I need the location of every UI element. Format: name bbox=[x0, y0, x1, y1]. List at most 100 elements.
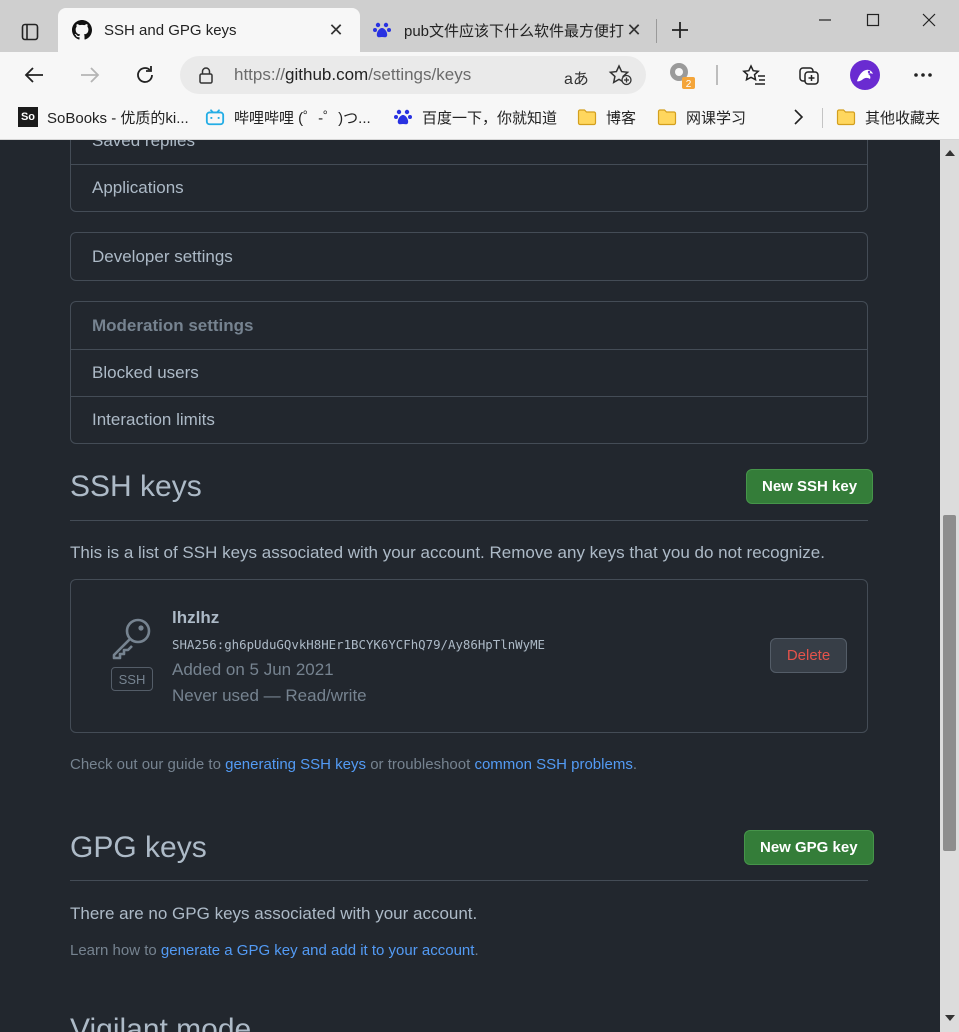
chevron-right-icon bbox=[794, 109, 804, 125]
folder-icon bbox=[577, 107, 597, 127]
learn-prefix: Learn how to bbox=[70, 942, 161, 959]
sidebar-item-label: Blocked users bbox=[92, 363, 199, 382]
sidebar-item-label: Interaction limits bbox=[92, 410, 215, 429]
scrollbar-thumb[interactable] bbox=[943, 515, 956, 851]
bookmarks-overflow-button[interactable] bbox=[792, 105, 804, 129]
collections-button[interactable] bbox=[791, 58, 827, 92]
sidebar-item-developer-settings[interactable]: Developer settings bbox=[71, 233, 867, 280]
tab-title: SSH and GPG keys bbox=[104, 21, 237, 39]
close-window-button[interactable] bbox=[904, 0, 954, 40]
url-text[interactable]: https://github.com/settings/keys bbox=[234, 65, 471, 85]
bookmark-label: 网课学习 bbox=[686, 109, 747, 127]
github-icon bbox=[72, 20, 92, 40]
ssh-key-usage: Never used — Read/write bbox=[172, 686, 367, 705]
ssh-keys-heading: SSH keys bbox=[70, 470, 202, 503]
bookmark-label: 其他收藏夹 bbox=[865, 109, 941, 127]
tab-actions-icon bbox=[21, 23, 39, 41]
bookmark-label: 哔哩哔哩 (゜-゜)つ... bbox=[234, 109, 371, 127]
tab-actions-button[interactable] bbox=[12, 16, 48, 48]
sidebar-item-label: Applications bbox=[92, 178, 184, 197]
sidebar-menu-group: Saved replies Applications bbox=[70, 140, 868, 212]
baidu-paw-icon bbox=[393, 107, 413, 127]
minimize-icon bbox=[819, 19, 831, 21]
read-aloud-icon[interactable]: aあ bbox=[564, 65, 589, 89]
ssh-key-item: SSH lhzlhz SHA256:gh6pUduGQvkH8HEr1BCYK6… bbox=[70, 579, 868, 733]
common-ssh-problems-link[interactable]: common SSH problems bbox=[474, 756, 632, 773]
maximize-button[interactable] bbox=[848, 0, 898, 40]
sidebar-item-applications[interactable]: Applications bbox=[71, 164, 867, 211]
more-icon bbox=[914, 73, 932, 77]
bookmark-label: 博客 bbox=[606, 109, 637, 127]
key-icon bbox=[109, 616, 153, 665]
gpg-empty-message: There are no GPG keys associated with yo… bbox=[70, 904, 478, 923]
new-tab-button[interactable] bbox=[664, 14, 696, 46]
sidebar-item-blocked-users[interactable]: Blocked users bbox=[71, 349, 867, 396]
avatar bbox=[850, 60, 880, 90]
bookmarks-bar: So SoBooks - 优质的ki... 哔哩哔哩 (゜-゜)つ... 百度一… bbox=[0, 98, 959, 138]
settings-page: Saved replies Applications Developer set… bbox=[0, 140, 940, 1032]
extension-button[interactable]: 2 bbox=[663, 58, 699, 92]
lock-icon[interactable] bbox=[198, 66, 214, 89]
toolbar-separator bbox=[716, 65, 718, 85]
url-path: /settings/keys bbox=[368, 65, 472, 84]
bookmark-folder-blog[interactable]: 博客 bbox=[577, 105, 636, 129]
scroll-down-arrow-icon[interactable] bbox=[940, 1012, 959, 1024]
bookmark-folder-courses[interactable]: 网课学习 bbox=[657, 105, 746, 129]
folder-icon bbox=[836, 107, 856, 127]
back-button[interactable] bbox=[16, 58, 52, 92]
gpg-keys-heading: GPG keys bbox=[70, 831, 207, 864]
maximize-icon bbox=[866, 13, 880, 27]
tab-ssh-gpg-keys[interactable]: SSH and GPG keys ✕ bbox=[58, 8, 360, 52]
scroll-up-arrow-icon[interactable] bbox=[940, 146, 959, 158]
url-scheme: https:// bbox=[234, 65, 286, 84]
tab-title: pub文件应该下什么软件最方便打 bbox=[404, 22, 624, 40]
generate-gpg-key-link[interactable]: generate a GPG key and add it to your ac… bbox=[161, 942, 475, 959]
bookmark-baidu[interactable]: 百度一下，你就知道 bbox=[393, 105, 557, 129]
new-gpg-key-button[interactable]: New GPG key bbox=[744, 830, 874, 865]
gpg-learn-note: Learn how to generate a GPG key and add … bbox=[70, 942, 479, 959]
gpg-divider bbox=[70, 880, 868, 881]
close-tab-icon[interactable]: ✕ bbox=[624, 20, 644, 40]
vigilant-mode-heading: Vigilant mode bbox=[70, 1013, 252, 1032]
sidebar-item-label: Saved replies bbox=[92, 140, 196, 150]
sidebar-item-saved-replies[interactable]: Saved replies bbox=[71, 140, 867, 164]
sidebar-menu-developer: Developer settings bbox=[70, 232, 868, 281]
browser-chrome: SSH and GPG keys ✕ pub文件应该下什么软件最方便打 ✕ ht… bbox=[0, 0, 959, 140]
close-tab-icon[interactable]: ✕ bbox=[326, 20, 346, 40]
favorites-list-icon bbox=[742, 64, 765, 85]
sidebar-item-interaction-limits[interactable]: Interaction limits bbox=[71, 396, 867, 443]
ssh-key-title: lhzlhz bbox=[172, 608, 220, 627]
guide-middle: or troubleshoot bbox=[366, 756, 475, 773]
favorites-button[interactable] bbox=[736, 58, 772, 92]
ssh-guide-note: Check out our guide to generating SSH ke… bbox=[70, 756, 637, 773]
bookmark-folder-other[interactable]: 其他收藏夹 bbox=[836, 105, 940, 129]
tab-pub-file[interactable]: pub文件应该下什么软件最方便打 ✕ bbox=[360, 8, 656, 52]
generating-ssh-keys-link[interactable]: generating SSH keys bbox=[225, 756, 366, 773]
bookmark-label: 百度一下，你就知道 bbox=[422, 109, 558, 127]
profile-button[interactable] bbox=[847, 58, 883, 92]
arrow-right-icon bbox=[81, 67, 100, 83]
close-icon bbox=[922, 13, 936, 27]
refresh-button[interactable] bbox=[127, 58, 163, 92]
bookmark-bilibili[interactable]: 哔哩哔哩 (゜-゜)つ... bbox=[205, 105, 371, 129]
refresh-icon bbox=[137, 66, 153, 83]
bookmark-sobooks[interactable]: So SoBooks - 优质的ki... bbox=[18, 105, 189, 129]
delete-ssh-key-button[interactable]: Delete bbox=[770, 638, 847, 673]
ssh-key-fingerprint: SHA256:gh6pUduGQvkH8HEr1BCYK6YCFhQ79/Ay8… bbox=[172, 637, 545, 652]
address-bar[interactable]: https://github.com/settings/keys aあ bbox=[180, 56, 646, 94]
page-scrollbar[interactable] bbox=[940, 140, 959, 1032]
sobooks-icon: So bbox=[18, 107, 38, 127]
bookmark-label: SoBooks - 优质的ki... bbox=[47, 109, 189, 127]
guide-suffix: . bbox=[632, 756, 637, 773]
add-favorite-icon[interactable] bbox=[608, 64, 632, 91]
arrow-left-icon bbox=[24, 67, 43, 83]
bilibili-icon bbox=[205, 107, 225, 127]
moderation-settings-header: Moderation settings bbox=[71, 302, 867, 349]
settings-more-button[interactable] bbox=[905, 58, 941, 92]
forward-button[interactable] bbox=[72, 58, 108, 92]
learn-suffix: . bbox=[474, 942, 479, 959]
minimize-button[interactable] bbox=[800, 0, 850, 40]
collections-icon bbox=[799, 67, 819, 85]
new-ssh-key-button[interactable]: New SSH key bbox=[746, 469, 874, 504]
sidebar-section-heading: Moderation settings bbox=[92, 315, 254, 335]
